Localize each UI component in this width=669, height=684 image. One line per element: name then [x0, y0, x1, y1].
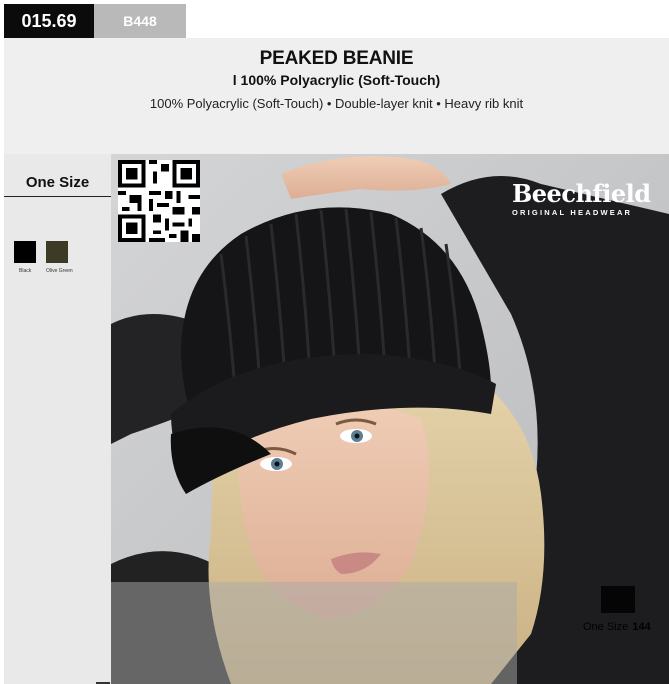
packaging-info: One Size 144 [583, 621, 651, 633]
sku-code: B448 [94, 4, 186, 38]
product-description: 100% Polyacrylic (Soft-Touch) • Double-l… [149, 96, 524, 111]
size-label: One Size [25, 174, 90, 191]
colour-swatch-olive-green[interactable] [46, 241, 68, 263]
price-code: 015.69 [4, 4, 94, 38]
brand-name: Beechfield [512, 179, 651, 208]
overlay-panel [111, 582, 517, 684]
product-subtitle: l 100% Polyacrylic (Soft-Touch) [232, 72, 441, 88]
product-header: PEAKED BEANIE l 100% Polyacrylic (Soft-T… [4, 38, 669, 154]
colour-label-black: Black [19, 268, 32, 274]
size-divider [4, 196, 111, 197]
brand-logo: Beechfield ORIGINAL HEADWEAR [512, 179, 662, 218]
packaging-size: One Size [583, 621, 629, 633]
product-title: PEAKED BEANIE [259, 48, 414, 69]
size-colour-sidebar: One Size Black Olive Green [4, 154, 111, 684]
carton-icon [601, 586, 635, 613]
brand-tagline: ORIGINAL HEADWEAR [512, 208, 633, 217]
packaging-quantity: 144 [632, 621, 651, 633]
colour-label-olive-green: Olive Green [46, 268, 73, 274]
colour-swatch-black[interactable] [14, 241, 36, 263]
qr-code-icon[interactable] [118, 160, 200, 242]
